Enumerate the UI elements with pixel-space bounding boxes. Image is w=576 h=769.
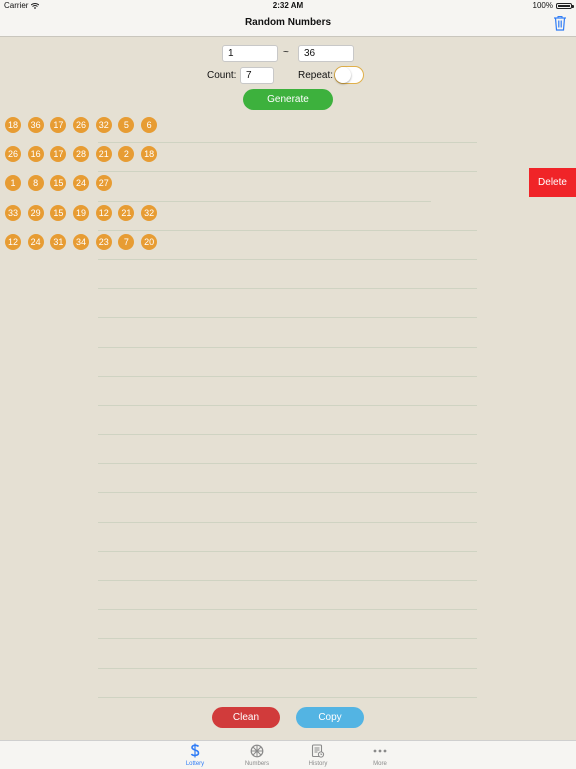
number-ball: 18 [5,117,21,133]
wheel-icon [250,744,264,757]
toggle-knob [335,67,351,83]
number-ball: 29 [27,204,44,221]
number-ball: 36 [27,117,44,133]
number-ball: 15 [50,175,67,192]
number-balls: 12 24 31 34 23 7 20 [5,233,164,250]
result-row: 1 8 15 24 27 [0,172,576,202]
count-label: Count: [207,70,237,81]
range-from-input[interactable]: 1 [222,45,278,62]
tab-more[interactable]: More [360,743,400,767]
number-balls: 26 16 17 28 21 2 18 [5,146,164,163]
number-balls: 18 36 17 26 32 5 6 [5,117,164,133]
result-row [0,639,576,669]
number-ball: 15 [50,204,67,221]
clean-button[interactable]: Clean [212,707,280,728]
result-row [0,669,576,698]
generate-button[interactable]: Generate [243,89,333,110]
count-input[interactable]: 7 [240,67,274,84]
status-time: 2:32 AM [272,1,304,10]
copy-button[interactable]: Copy [296,707,364,728]
tab-label-lottery: Lottery [185,761,205,767]
result-row [0,493,576,523]
number-balls: 33 29 15 19 12 21 32 [5,204,164,221]
number-ball: 20 [141,233,158,250]
status-bar: Carrier 2:32 AM 100% [0,0,576,12]
result-row [0,260,576,290]
result-row [0,435,576,465]
tab-bar: Lottery Numbers History More [0,740,576,769]
result-row [0,318,576,348]
number-ball: 8 [27,175,44,192]
result-row [0,523,576,552]
result-row [0,348,576,377]
tab-numbers[interactable]: Numbers [237,743,277,767]
repeat-label: Repeat: [298,70,334,81]
tab-history[interactable]: History [298,743,338,767]
tab-label-history: History [308,761,328,767]
number-ball: 12 [5,233,21,250]
result-row: 18 36 17 26 32 5 6 [0,114,576,144]
number-ball: 21 [95,146,112,163]
tab-label-numbers: Numbers [244,761,270,767]
number-ball: 34 [73,233,90,250]
range-separator: ~ [283,47,289,58]
result-row: 26 16 17 28 21 2 18 [0,143,576,173]
battery-percent: 100% [532,1,553,10]
number-balls: 1 8 15 24 27 [5,175,118,192]
number-ball: 2 [118,146,135,163]
number-ball: 18 [141,146,158,163]
repeat-toggle[interactable] [334,66,364,84]
number-ball: 26 [73,117,90,133]
number-ball: 21 [118,204,135,221]
number-ball: 31 [50,233,67,250]
result-row: 12 24 31 34 23 7 20 [0,231,576,260]
range-to-input[interactable]: 36 [298,45,354,62]
number-ball: 16 [27,146,44,163]
number-ball: 19 [73,204,90,221]
number-ball: 12 [95,204,112,221]
status-battery: 100% [532,1,574,10]
number-ball: 32 [141,204,158,221]
more-icon [373,749,387,752]
number-ball: 27 [95,175,112,192]
battery-icon [556,2,574,9]
history-icon [311,743,325,758]
number-ball: 24 [73,175,90,192]
result-row [0,289,576,319]
dollar-icon [190,743,200,758]
number-ball: 24 [27,233,44,250]
delete-button[interactable]: Delete [529,168,576,197]
results-list: 18 36 17 26 32 5 6 26 16 17 28 21 2 18 1 8 15 24 27 33 29 15 1… [0,114,576,698]
number-ball: 26 [5,146,21,163]
number-ball: 28 [73,146,90,163]
row-divider [98,696,477,698]
result-row [0,581,576,611]
nav-bar: Random Numbers [0,12,576,37]
result-row [0,464,576,494]
tab-lottery[interactable]: Lottery [175,743,215,767]
result-row [0,552,576,581]
page-title: Random Numbers [244,17,332,28]
trash-icon[interactable] [553,15,567,31]
number-ball: 17 [50,117,67,133]
number-ball: 32 [95,117,112,133]
result-row [0,610,576,640]
result-row [0,377,576,406]
number-ball: 5 [118,117,135,133]
result-row [0,406,576,436]
result-row: 33 29 15 19 12 21 32 [0,202,576,231]
number-ball: 23 [95,233,112,250]
number-ball: 7 [118,233,135,250]
number-ball: 6 [141,117,158,133]
number-ball: 17 [50,146,67,163]
number-ball: 1 [5,175,21,192]
tab-label-more: More [373,761,387,767]
number-ball: 33 [5,204,21,221]
